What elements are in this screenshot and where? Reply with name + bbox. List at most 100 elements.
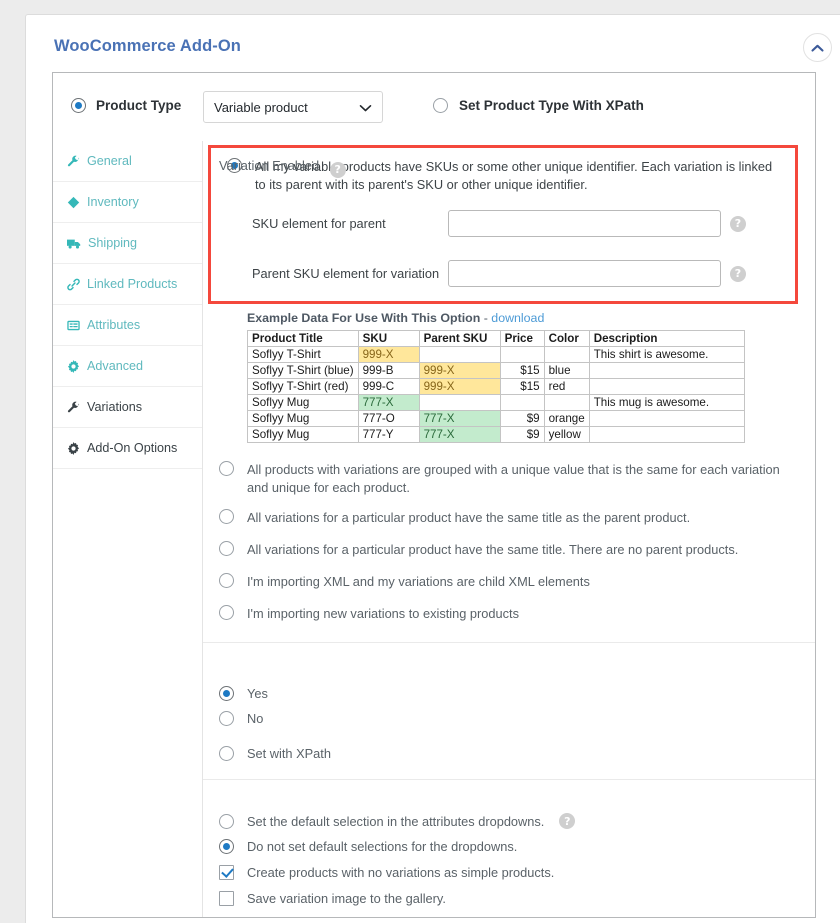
- option-same-title-as-parent[interactable]: All variations for a particular product …: [219, 509, 781, 527]
- product-type-select[interactable]: Variable product: [203, 91, 383, 123]
- sku-element-for-parent-input[interactable]: [448, 210, 721, 237]
- option-new-variations-existing[interactable]: I'm importing new variations to existing…: [219, 605, 781, 623]
- section-divider: [203, 779, 815, 780]
- sidebar-item-linked-products[interactable]: Linked Products: [53, 264, 202, 305]
- variation-enabled-no-label: No: [247, 711, 264, 726]
- sidebar-item-addon-options[interactable]: Add-On Options: [53, 428, 202, 469]
- variation-enabled-group: Variation Enabled ?: [219, 158, 346, 178]
- chevron-up-icon: [811, 44, 824, 52]
- sidebar-item-variations[interactable]: Variations: [53, 387, 202, 428]
- cell-price: $15: [499, 362, 545, 379]
- xpath-product-type-radio[interactable]: [433, 98, 448, 113]
- option-radio[interactable]: [219, 461, 234, 476]
- variation-enabled-no[interactable]: No: [219, 711, 263, 726]
- page-title: WooCommerce Add-On: [54, 37, 241, 55]
- sku-parent-field-label: SKU element for parent: [252, 216, 386, 231]
- xpath-product-type-option[interactable]: Set Product Type With XPath: [433, 98, 644, 113]
- panel-body: General Inventory Shipping Linked Produc…: [53, 141, 815, 917]
- sidebar-item-general[interactable]: General: [53, 141, 202, 182]
- cell-sku: 999-C: [357, 378, 420, 395]
- cell-price: $9: [499, 426, 545, 443]
- help-icon[interactable]: ?: [730, 215, 746, 232]
- cell-description: [588, 378, 745, 395]
- download-link[interactable]: download: [491, 311, 544, 325]
- help-icon[interactable]: ?: [329, 161, 346, 178]
- example-data-caption: Example Data For Use With This Option - …: [247, 311, 544, 325]
- link-icon: [67, 278, 80, 291]
- xpath-product-type-label: Set Product Type With XPath: [459, 98, 644, 113]
- save-variation-image-option[interactable]: Save variation image to the gallery.: [219, 891, 446, 906]
- option-radio[interactable]: [219, 605, 234, 620]
- default-selection-radio[interactable]: [219, 813, 234, 829]
- wrench-icon: [67, 155, 80, 168]
- option-label: I'm importing XML and my variations are …: [247, 574, 590, 589]
- simple-products-checkbox[interactable]: [219, 865, 234, 880]
- example-data-caption-text: Example Data For Use With This Option: [247, 311, 481, 325]
- option-radio[interactable]: [219, 541, 234, 556]
- variation-enabled-no-radio[interactable]: [219, 711, 234, 726]
- cell-parent-sku: 777-X: [418, 426, 501, 443]
- cell-price: $15: [499, 378, 545, 395]
- save-variation-image-label: Save variation image to the gallery.: [247, 891, 446, 906]
- cell-color: [543, 346, 590, 363]
- sidebar-item-attributes[interactable]: Attributes: [53, 305, 202, 346]
- option-radio[interactable]: [219, 509, 234, 524]
- option-xml-child-elements[interactable]: I'm importing XML and my variations are …: [219, 573, 781, 591]
- variation-enabled-xpath-radio[interactable]: [219, 746, 234, 761]
- cell-product-title: Soflyy Mug: [247, 410, 359, 427]
- variation-enabled-yes[interactable]: Yes: [219, 686, 268, 701]
- table-row: Soflyy T-Shirt 999-X This shirt is aweso…: [247, 346, 745, 363]
- no-default-selection-label: Do not set default selections for the dr…: [247, 839, 518, 854]
- sidebar-item-shipping[interactable]: Shipping: [53, 223, 202, 264]
- table-row: Soflyy T-Shirt (red) 999-C 999-X $15 red: [247, 378, 745, 395]
- settings-sidebar: General Inventory Shipping Linked Produc…: [53, 141, 203, 917]
- simple-products-option[interactable]: Create products with no variations as si…: [219, 865, 554, 880]
- option-label: I'm importing new variations to existing…: [247, 606, 520, 621]
- sku-parent-field-row: SKU element for parent ?: [252, 210, 792, 237]
- option-label: All products with variations are grouped…: [247, 462, 780, 496]
- collapse-panel-button[interactable]: [803, 33, 832, 62]
- cell-color: red: [543, 378, 590, 395]
- variation-enabled-xpath-label: Set with XPath: [247, 746, 331, 761]
- parent-sku-field-label: Parent SKU element for variation: [252, 266, 440, 281]
- parent-sku-element-for-variation-input[interactable]: [448, 260, 721, 287]
- variation-enabled-yes-radio[interactable]: [219, 686, 234, 701]
- col-header-parent-sku: Parent SKU: [418, 330, 501, 347]
- col-header-price: Price: [499, 330, 545, 347]
- cell-parent-sku: [418, 346, 501, 363]
- sidebar-item-label: Attributes: [87, 318, 141, 332]
- cell-price: $9: [499, 410, 545, 427]
- no-default-selection-radio[interactable]: [219, 839, 234, 854]
- cell-price: [499, 394, 545, 411]
- cell-parent-sku: 999-X: [418, 362, 501, 379]
- option-radio[interactable]: [219, 573, 234, 588]
- cell-sku: 777-O: [357, 410, 420, 427]
- sidebar-item-label: Linked Products: [87, 277, 178, 291]
- table-row: Soflyy Mug 777-O 777-X $9 orange: [247, 410, 745, 427]
- sidebar-item-inventory[interactable]: Inventory: [53, 182, 202, 223]
- save-variation-image-checkbox[interactable]: [219, 891, 234, 906]
- col-header-sku: SKU: [357, 330, 420, 347]
- help-icon[interactable]: ?: [730, 265, 746, 282]
- product-type-option[interactable]: Product Type: [71, 98, 181, 113]
- sidebar-item-label: Inventory: [87, 195, 139, 209]
- variations-settings-content: All my variable products have SKUs or so…: [203, 141, 815, 917]
- parent-sku-field-row: Parent SKU element for variation ?: [252, 260, 792, 287]
- option-label: All variations for a particular product …: [247, 542, 739, 557]
- sidebar-item-label: Add-On Options: [87, 441, 178, 455]
- no-default-selection-option[interactable]: Do not set default selections for the dr…: [219, 839, 517, 854]
- product-type-radio[interactable]: [71, 98, 86, 113]
- cell-price: [499, 346, 545, 363]
- help-icon[interactable]: ?: [559, 813, 576, 829]
- cell-sku: 777-X: [357, 394, 420, 411]
- col-header-description: Description: [588, 330, 745, 347]
- cell-parent-sku: [418, 394, 501, 411]
- sidebar-item-advanced[interactable]: Advanced: [53, 346, 202, 387]
- option-same-title-no-parent[interactable]: All variations for a particular product …: [219, 541, 781, 559]
- variation-enabled-xpath[interactable]: Set with XPath: [219, 746, 331, 761]
- cell-product-title: Soflyy T-Shirt: [247, 346, 359, 363]
- cell-parent-sku: 999-X: [418, 378, 501, 395]
- option-grouped-unique-value[interactable]: All products with variations are grouped…: [219, 461, 781, 497]
- default-selection-option[interactable]: Set the default selection in the attribu…: [219, 813, 576, 829]
- table-row: Soflyy T-Shirt (blue) 999-B 999-X $15 bl…: [247, 362, 745, 379]
